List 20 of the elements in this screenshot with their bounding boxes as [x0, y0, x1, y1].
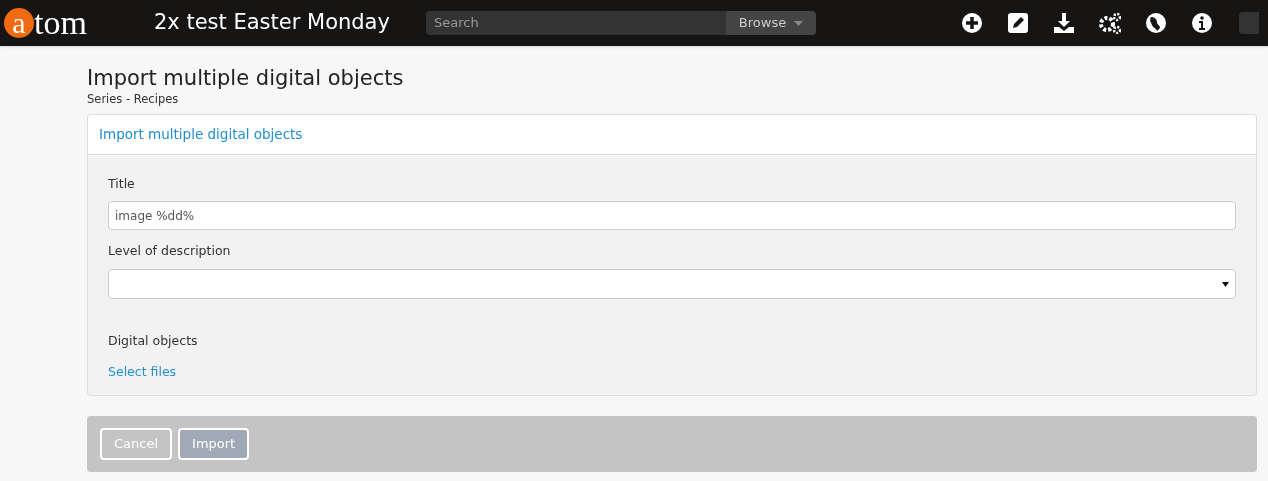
caret-icon — [1222, 281, 1229, 287]
plus-icon[interactable] — [961, 12, 983, 34]
pencil-icon[interactable] — [1007, 12, 1029, 34]
field-label: Level of description — [108, 242, 232, 261]
search-field[interactable]: Search — [426, 11, 726, 35]
browse-dropdown[interactable]: Browse — [726, 11, 816, 35]
page-subtitle: Series - Recipes — [87, 91, 180, 109]
info-icon[interactable] — [1191, 12, 1213, 34]
field-label: Digital objects — [108, 332, 199, 350]
logo-text: tom — [34, 6, 87, 40]
caret-icon — [794, 20, 804, 26]
site-title[interactable]: 2x test Easter Monday — [154, 7, 426, 39]
logo-badge: a — [4, 8, 34, 38]
import-button[interactable]: Import — [178, 427, 250, 460]
download-icon[interactable] — [1053, 12, 1075, 34]
page-title: Import multiple digital objects — [87, 65, 405, 92]
panel-heading[interactable]: Import multiple digital objects — [99, 123, 303, 145]
field-label: Title — [108, 174, 136, 193]
select-files-link[interactable]: Select files — [108, 362, 177, 382]
title-field[interactable]: image %dd% — [108, 201, 1236, 231]
